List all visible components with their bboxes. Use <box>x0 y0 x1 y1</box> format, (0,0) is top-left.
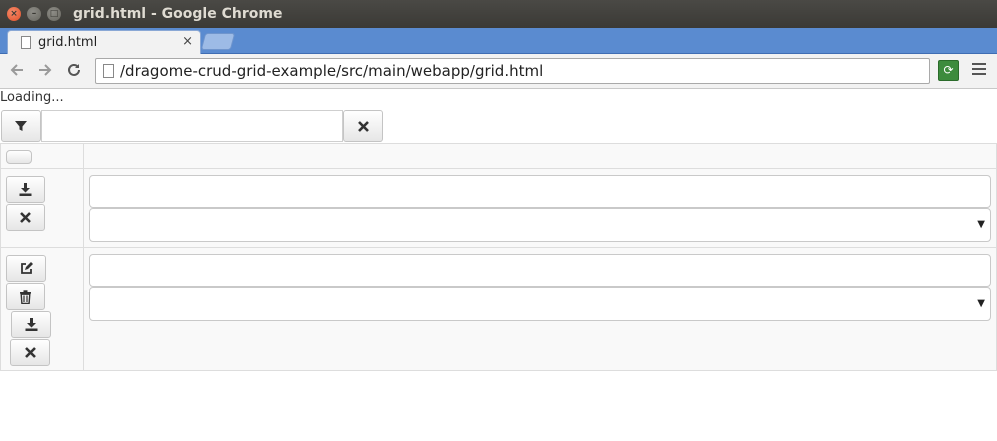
chevron-down-icon: ▼ <box>977 298 985 309</box>
window-title: grid.html - Google Chrome <box>73 6 283 22</box>
reload-icon[interactable] <box>65 61 83 84</box>
window-maximize-button[interactable]: □ <box>47 7 61 21</box>
back-arrow-icon[interactable] <box>8 61 26 84</box>
delete-row-button[interactable] <box>6 283 45 310</box>
grid-row-divider <box>0 247 997 248</box>
window-title-bar: × – □ grid.html - Google Chrome <box>0 0 997 28</box>
cancel-new-row-button[interactable] <box>6 204 45 231</box>
download-icon <box>25 318 37 331</box>
tab-close-icon[interactable]: × <box>182 34 193 49</box>
tab-title: grid.html <box>38 35 98 50</box>
row-select[interactable]: ▼ <box>89 287 991 321</box>
trash-icon <box>20 290 31 305</box>
address-bar[interactable]: /dragome-crud-grid-example/src/main/weba… <box>95 58 930 84</box>
grid-header-divider <box>0 168 997 169</box>
loading-status: Loading... <box>0 90 64 105</box>
download-icon <box>19 183 32 196</box>
window-minimize-button[interactable]: – <box>27 7 41 21</box>
forward-arrow-icon[interactable] <box>36 61 54 84</box>
filter-button[interactable] <box>1 110 41 142</box>
filter-input[interactable] <box>41 110 343 142</box>
page-info-icon[interactable] <box>103 64 114 78</box>
save-new-row-button[interactable] <box>6 176 45 203</box>
times-icon <box>20 212 31 223</box>
cancel-row-button[interactable] <box>10 339 50 366</box>
extension-icon[interactable]: ⟳ <box>938 60 959 81</box>
page-icon <box>21 36 31 49</box>
edit-row-button[interactable] <box>6 255 46 282</box>
browser-toolbar: /dragome-crud-grid-example/src/main/weba… <box>0 54 997 89</box>
window-close-button[interactable]: × <box>7 7 21 21</box>
new-row-text-field[interactable] <box>89 175 991 208</box>
row-text-field[interactable] <box>89 254 991 287</box>
clear-filter-button[interactable] <box>343 110 383 142</box>
grid-column-divider <box>83 143 84 371</box>
tab-strip: grid.html × <box>0 28 997 54</box>
select-all-toggle[interactable] <box>6 150 32 164</box>
filter-icon <box>15 121 27 131</box>
browser-tab[interactable]: grid.html × <box>7 30 201 54</box>
chrome-menu-icon[interactable] <box>972 63 986 78</box>
edit-icon <box>20 262 33 274</box>
times-icon <box>357 121 369 132</box>
times-icon <box>24 347 36 358</box>
save-row-button[interactable] <box>11 311 51 338</box>
new-row-select[interactable]: ▼ <box>89 208 991 242</box>
chevron-down-icon: ▼ <box>977 219 985 230</box>
new-tab-button[interactable] <box>200 33 236 50</box>
url-text: /dragome-crud-grid-example/src/main/weba… <box>120 62 544 80</box>
